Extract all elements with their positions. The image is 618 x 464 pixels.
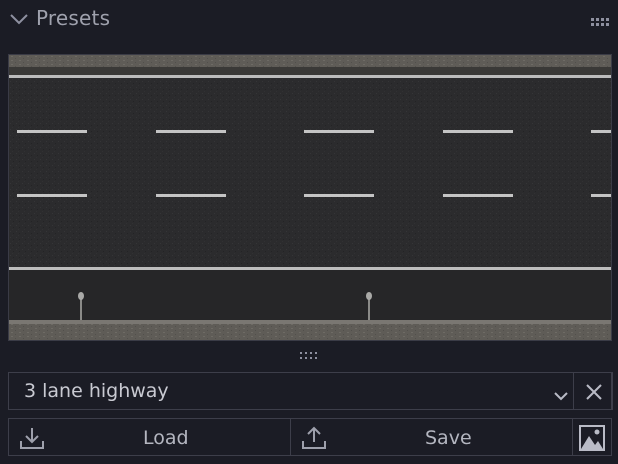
save-button[interactable]: Save — [290, 418, 573, 456]
download-icon — [19, 426, 45, 454]
clear-preset-button[interactable] — [573, 372, 613, 410]
presets-panel: Presets 3 lane highway Load Save — [0, 0, 618, 464]
preset-select-value: 3 lane highway — [24, 380, 169, 402]
chevron-down-icon[interactable] — [553, 386, 569, 405]
close-icon — [586, 384, 602, 400]
drag-handle-icon[interactable] — [591, 11, 610, 30]
thumbnail-button[interactable] — [572, 418, 612, 456]
upload-icon — [301, 426, 327, 454]
panel-header[interactable]: Presets — [0, 0, 618, 38]
save-button-label: Save — [425, 427, 472, 449]
load-button[interactable]: Load — [8, 418, 291, 456]
road-preview-image — [8, 54, 612, 341]
panel-title: Presets — [36, 6, 111, 30]
image-icon — [579, 425, 605, 451]
chevron-down-icon[interactable] — [9, 11, 29, 30]
resize-grip-icon[interactable] — [300, 345, 319, 364]
preset-select[interactable]: 3 lane highway — [8, 372, 613, 410]
load-button-label: Load — [143, 427, 189, 449]
